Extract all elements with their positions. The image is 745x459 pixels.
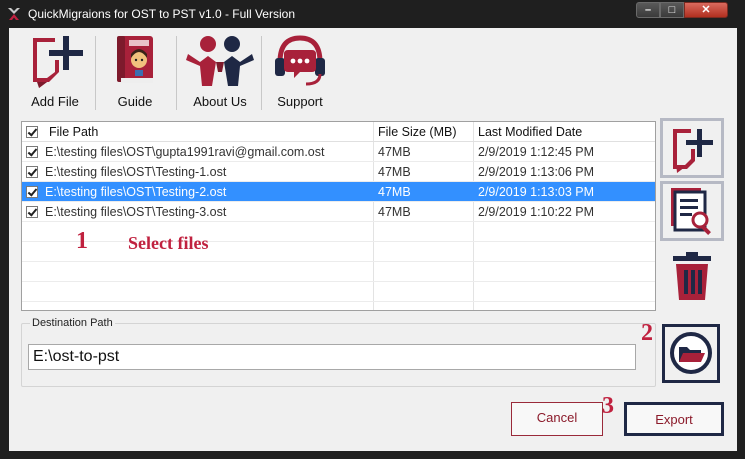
support-button[interactable]: Support [265, 32, 335, 114]
step-3-number: 3 [602, 393, 614, 419]
column-header-modified[interactable]: Last Modified Date [478, 125, 582, 139]
app-window: QuickMigraions for OST to PST v1.0 - Ful… [0, 0, 745, 459]
client-area: Add File Guide About Us Support File Pat… [9, 28, 737, 451]
about-us-label: About Us [193, 94, 247, 109]
modified-date-cell: 2/9/2019 1:13:06 PM [478, 165, 595, 179]
trash-icon [673, 252, 711, 300]
minimize-button[interactable]: – [636, 2, 660, 18]
row-checkbox[interactable] [26, 146, 38, 158]
table-row[interactable]: E:\testing files\OST\Testing-3.ost 47MB … [22, 202, 655, 222]
preview-search-icon [671, 188, 711, 235]
modified-date-cell: 2/9/2019 1:10:22 PM [478, 205, 595, 219]
add-file-button[interactable]: Add File [23, 32, 87, 114]
column-header-file-path[interactable]: File Path [49, 125, 98, 139]
support-label: Support [277, 94, 323, 109]
add-file-label: Add File [31, 94, 79, 109]
empty-row [22, 282, 655, 302]
modified-date-cell: 2/9/2019 1:13:03 PM [478, 185, 595, 199]
guide-label: Guide [117, 94, 153, 109]
file-path-cell: E:\testing files\OST\Testing-1.ost [45, 165, 227, 179]
support-headset-icon [275, 35, 325, 86]
table-row[interactable]: E:\testing files\OST\Testing-1.ost 47MB … [22, 162, 655, 182]
file-size-cell: 47MB [378, 205, 411, 219]
file-table[interactable]: File Path File Size (MB) Last Modified D… [21, 121, 656, 311]
maximize-icon: □ [668, 4, 676, 16]
guide-button[interactable]: Guide [105, 32, 165, 114]
step-1-number: 1 [76, 228, 88, 254]
toolbar-separator [261, 36, 262, 110]
export-button[interactable]: Export [624, 402, 724, 436]
window-title: QuickMigraions for OST to PST v1.0 - Ful… [28, 7, 295, 21]
file-path-cell: E:\testing files\OST\Testing-3.ost [45, 205, 227, 219]
toolbar: Add File Guide About Us Support [9, 28, 737, 116]
file-size-cell: 47MB [378, 165, 411, 179]
row-checkbox[interactable] [26, 166, 38, 178]
empty-row [22, 262, 655, 282]
minimize-icon: – [644, 4, 652, 16]
file-path-cell: E:\testing files\OST\Testing-2.ost [45, 185, 227, 199]
destination-label: Destination Path [30, 317, 115, 329]
row-checkbox[interactable] [26, 206, 38, 218]
browse-destination-button[interactable] [662, 324, 720, 383]
empty-row [22, 242, 655, 262]
close-icon: ✕ [701, 4, 711, 16]
preview-button[interactable] [660, 181, 724, 241]
about-us-button[interactable]: About Us [181, 32, 259, 114]
guide-book-icon [117, 36, 153, 83]
table-header: File Path File Size (MB) Last Modified D… [22, 122, 655, 142]
cancel-button[interactable]: Cancel [511, 402, 603, 436]
add-file-icon [673, 129, 713, 173]
toolbar-separator [95, 36, 96, 110]
app-logo-icon [8, 8, 20, 20]
column-header-file-size[interactable]: File Size (MB) [378, 125, 456, 139]
empty-row [22, 222, 655, 242]
remove-file-button[interactable] [663, 250, 721, 306]
file-path-cell: E:\testing files\OST\gupta1991ravi@gmail… [45, 145, 325, 159]
file-size-cell: 47MB [378, 145, 411, 159]
side-add-file-button[interactable] [660, 118, 724, 178]
destination-path-input[interactable]: E:\ost-to-pst [28, 344, 636, 370]
row-checkbox[interactable] [26, 186, 38, 198]
modified-date-cell: 2/9/2019 1:12:45 PM [478, 145, 595, 159]
about-us-icon [186, 36, 254, 86]
toolbar-separator [176, 36, 177, 110]
table-row-selected[interactable]: E:\testing files\OST\Testing-2.ost 47MB … [22, 182, 655, 202]
step-1-text: Select files [128, 233, 209, 253]
select-all-checkbox[interactable] [26, 126, 38, 138]
close-button[interactable]: ✕ [684, 2, 728, 18]
maximize-button[interactable]: □ [660, 2, 684, 18]
title-bar[interactable]: QuickMigraions for OST to PST v1.0 - Ful… [0, 0, 745, 28]
destination-group: Destination Path E:\ost-to-pst [21, 317, 656, 387]
file-size-cell: 47MB [378, 185, 411, 199]
folder-open-icon [670, 332, 712, 374]
add-file-icon [33, 36, 83, 88]
table-row[interactable]: E:\testing files\OST\gupta1991ravi@gmail… [22, 142, 655, 162]
